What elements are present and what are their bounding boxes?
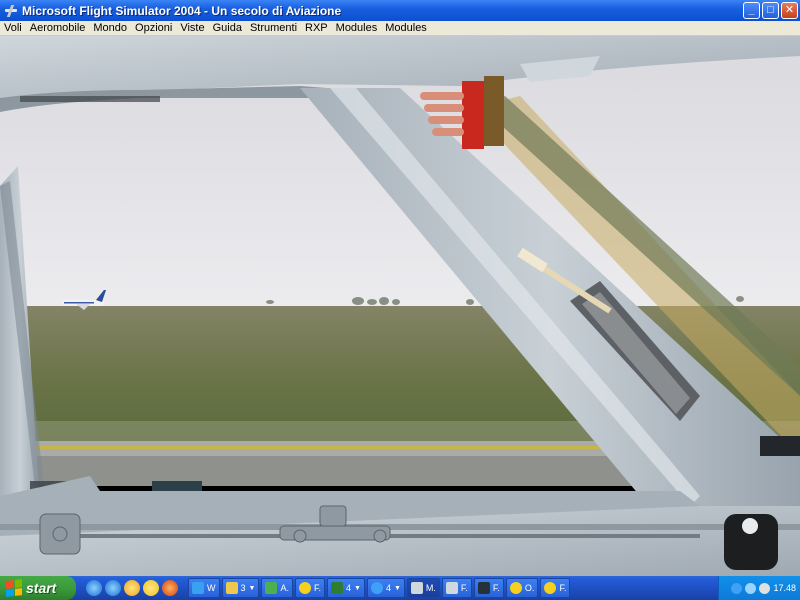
quick-launch (86, 580, 178, 596)
menu-modules-2[interactable]: Modules (381, 22, 431, 34)
task-button[interactable]: 3 ▼ (221, 578, 260, 598)
network-icon[interactable] (731, 582, 743, 594)
menu-voli[interactable]: Voli (0, 22, 26, 34)
task-button[interactable]: F. (473, 578, 504, 598)
menu-aeromobile[interactable]: Aeromobile (26, 22, 90, 34)
smiley-icon (298, 582, 311, 594)
instrument-box (152, 481, 202, 491)
cockpit-view (0, 36, 800, 576)
menu-bar: Voli Aeromobile Mondo Opzioni Viste Guid… (0, 21, 800, 36)
media-icon[interactable] (124, 580, 140, 596)
task-button[interactable]: 4 ▼ (366, 578, 405, 598)
app-icon (265, 582, 278, 594)
system-tray: 17.48 (718, 576, 800, 600)
task-button[interactable]: O. (505, 578, 539, 598)
title-bar[interactable]: Microsoft Flight Simulator 2004 - Un sec… (0, 0, 800, 21)
messenger-icon (192, 582, 204, 594)
menu-strumenti[interactable]: Strumenti (246, 22, 301, 34)
chevron-down-icon: ▼ (393, 584, 401, 592)
menu-viste[interactable]: Viste (176, 22, 208, 34)
smiley-icon[interactable] (143, 580, 159, 596)
chevron-down-icon: ▼ (354, 584, 361, 592)
menu-rxp[interactable]: RXP (301, 22, 332, 34)
task-button[interactable]: W (188, 578, 220, 598)
smiley-icon (544, 582, 557, 594)
minimize-button[interactable]: _ (743, 2, 760, 19)
clock[interactable]: 17.48 (773, 583, 796, 593)
task-button-active[interactable]: M. (406, 578, 440, 598)
volume-icon[interactable] (759, 582, 771, 594)
plane-icon (445, 582, 458, 594)
task-button[interactable]: A. (261, 578, 293, 598)
windows-flag-icon (6, 579, 22, 597)
start-button[interactable]: start (0, 576, 76, 600)
taskbar: start W 3 ▼ A. F. 4 ▼ 4 ▼ M. F. F. O. F. 17… (0, 576, 800, 600)
task-button[interactable]: F. (540, 578, 571, 598)
firefox-icon[interactable] (162, 580, 178, 596)
menu-modules[interactable]: Modules (332, 22, 382, 34)
start-label: start (26, 580, 57, 596)
task-button[interactable]: F. (294, 578, 325, 598)
ie-icon (370, 582, 383, 594)
maximize-button[interactable]: □ (762, 2, 779, 19)
task-button[interactable]: 4 ▼ (326, 578, 365, 598)
menu-guida[interactable]: Guida (209, 22, 246, 34)
window-controls: _ □ ✕ (743, 2, 798, 19)
smiley-icon (509, 582, 522, 594)
window-icon (477, 582, 490, 594)
close-button[interactable]: ✕ (781, 2, 798, 19)
flight-scene[interactable] (0, 36, 800, 576)
ie-icon-2[interactable] (105, 580, 121, 596)
user-icon[interactable] (745, 582, 757, 594)
ie-icon[interactable] (86, 580, 102, 596)
app-icon (4, 4, 18, 18)
task-button[interactable]: F. (441, 578, 472, 598)
folder-icon (225, 582, 238, 594)
window-title: Microsoft Flight Simulator 2004 - Un sec… (22, 3, 342, 18)
task-buttons: W 3 ▼ A. F. 4 ▼ 4 ▼ M. F. F. O. F. (188, 578, 571, 598)
plane-icon (410, 582, 423, 594)
menu-mondo[interactable]: Mondo (89, 22, 131, 34)
excel-icon (330, 582, 343, 594)
menu-opzioni[interactable]: Opzioni (131, 22, 176, 34)
chevron-down-icon: ▼ (248, 584, 256, 592)
